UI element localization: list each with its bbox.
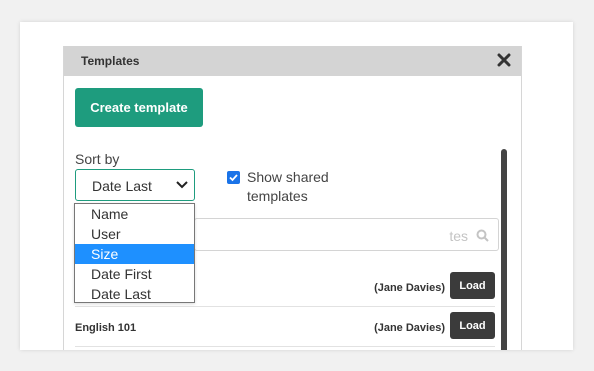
- search-icon[interactable]: [476, 229, 489, 242]
- panel-header: Templates: [64, 46, 521, 76]
- sort-by-label: Sort by: [75, 151, 120, 167]
- search-placeholder: tes: [449, 228, 468, 244]
- sort-option-user[interactable]: User: [75, 224, 194, 244]
- template-name: English 101: [75, 322, 137, 334]
- sort-option-size[interactable]: Size: [75, 244, 194, 264]
- sort-option-date-first[interactable]: Date First: [75, 264, 194, 284]
- templates-panel: Templates Create template Sort by Date L…: [63, 46, 522, 350]
- close-icon[interactable]: [495, 51, 513, 69]
- load-button[interactable]: Load: [450, 272, 495, 299]
- sort-select[interactable]: Date Last: [75, 169, 195, 201]
- check-icon: [229, 174, 238, 182]
- show-shared-label[interactable]: Show shared templates: [247, 168, 357, 206]
- search-input[interactable]: tes: [194, 218, 499, 251]
- show-shared-checkbox[interactable]: [227, 171, 240, 184]
- sort-option-date-last[interactable]: Date Last: [75, 284, 194, 304]
- panel-title: Templates: [81, 54, 140, 68]
- sort-select-value: Date Last: [92, 178, 152, 194]
- create-template-button[interactable]: Create template: [75, 88, 203, 127]
- sort-option-name[interactable]: Name: [75, 204, 194, 224]
- chevron-down-icon: [176, 181, 188, 189]
- load-button[interactable]: Load: [450, 312, 495, 339]
- table-row: English 101 (Jane Davies) Load: [75, 310, 495, 347]
- template-owner: (Jane Davies): [374, 322, 445, 334]
- sort-dropdown-list: Name User Size Date First Date Last: [74, 203, 195, 303]
- template-owner: (Jane Davies): [374, 282, 445, 294]
- scrollbar[interactable]: [501, 149, 507, 350]
